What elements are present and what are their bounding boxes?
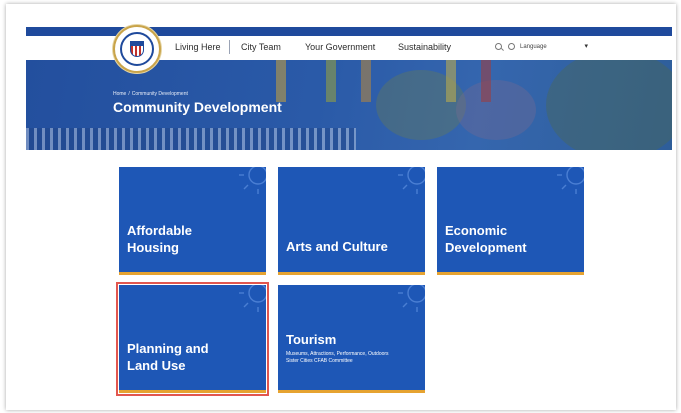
sun-icon [398, 285, 425, 312]
hero-flag [446, 60, 456, 102]
card-arts-and-culture[interactable]: Arts and Culture [278, 167, 425, 275]
card-tourism[interactable]: Tourism Museums, Attractions, Performanc… [278, 285, 425, 393]
card-title-line: Affordable [127, 223, 192, 238]
card-title: Arts and Culture [286, 238, 388, 255]
card-title: Tourism [286, 331, 336, 348]
hero-flag [481, 60, 491, 102]
card-title: Economic Development [445, 222, 527, 256]
card-title-line: Economic [445, 223, 508, 238]
city-seal-logo[interactable] [113, 25, 161, 73]
card-title-line: Arts and Culture [286, 239, 388, 254]
nav-item-your-government[interactable]: Your Government [305, 42, 375, 52]
hero-flag [276, 60, 286, 102]
page-title: Community Development [113, 99, 282, 115]
selection-highlight [116, 282, 269, 396]
card-economic-development[interactable]: Economic Development [437, 167, 584, 275]
card-accent-bar [278, 390, 425, 393]
nav-item-sustainability[interactable]: Sustainability [398, 42, 451, 52]
sun-icon [239, 167, 266, 194]
hero-tree [546, 60, 672, 150]
hero-market-stall [26, 128, 356, 150]
card-affordable-housing[interactable]: Affordable Housing [119, 167, 266, 275]
breadcrumb-home[interactable]: Home [113, 91, 126, 97]
card-accent-bar [278, 272, 425, 275]
nav-item-living-here[interactable]: Living Here [175, 42, 221, 52]
card-title-line: Development [445, 240, 527, 255]
nav-item-city-team[interactable]: City Team [241, 42, 281, 52]
card-subtitle: Museums, Attractions, Performance, Outdo… [286, 351, 389, 365]
card-accent-bar [119, 272, 266, 275]
globe-icon [508, 43, 515, 50]
card-title-line: Tourism [286, 332, 337, 347]
card-title-line: Housing [127, 240, 179, 255]
breadcrumb: Home / Community Development [113, 91, 188, 97]
card-subtitle-line: Sister Cities CFAB Committee [286, 358, 353, 364]
search-icon[interactable] [495, 43, 502, 50]
hero-crowd [456, 80, 536, 140]
sun-icon [398, 167, 425, 194]
hero-flag [361, 60, 371, 102]
seal-ring [120, 32, 154, 66]
nav-divider [229, 40, 230, 54]
language-select-label: Language [520, 44, 547, 50]
card-accent-bar [437, 272, 584, 275]
hero-flag [326, 60, 336, 102]
shield-top [130, 41, 144, 46]
card-title: Affordable Housing [127, 222, 192, 256]
card-subtitle-line: Museums, Attractions, Performance, Outdo… [286, 351, 389, 357]
chevron-down-icon: ▾ [584, 43, 588, 50]
language-select[interactable]: Language ▾ [520, 41, 590, 53]
breadcrumb-current: Community Development [131, 91, 188, 97]
sun-icon [557, 167, 584, 194]
